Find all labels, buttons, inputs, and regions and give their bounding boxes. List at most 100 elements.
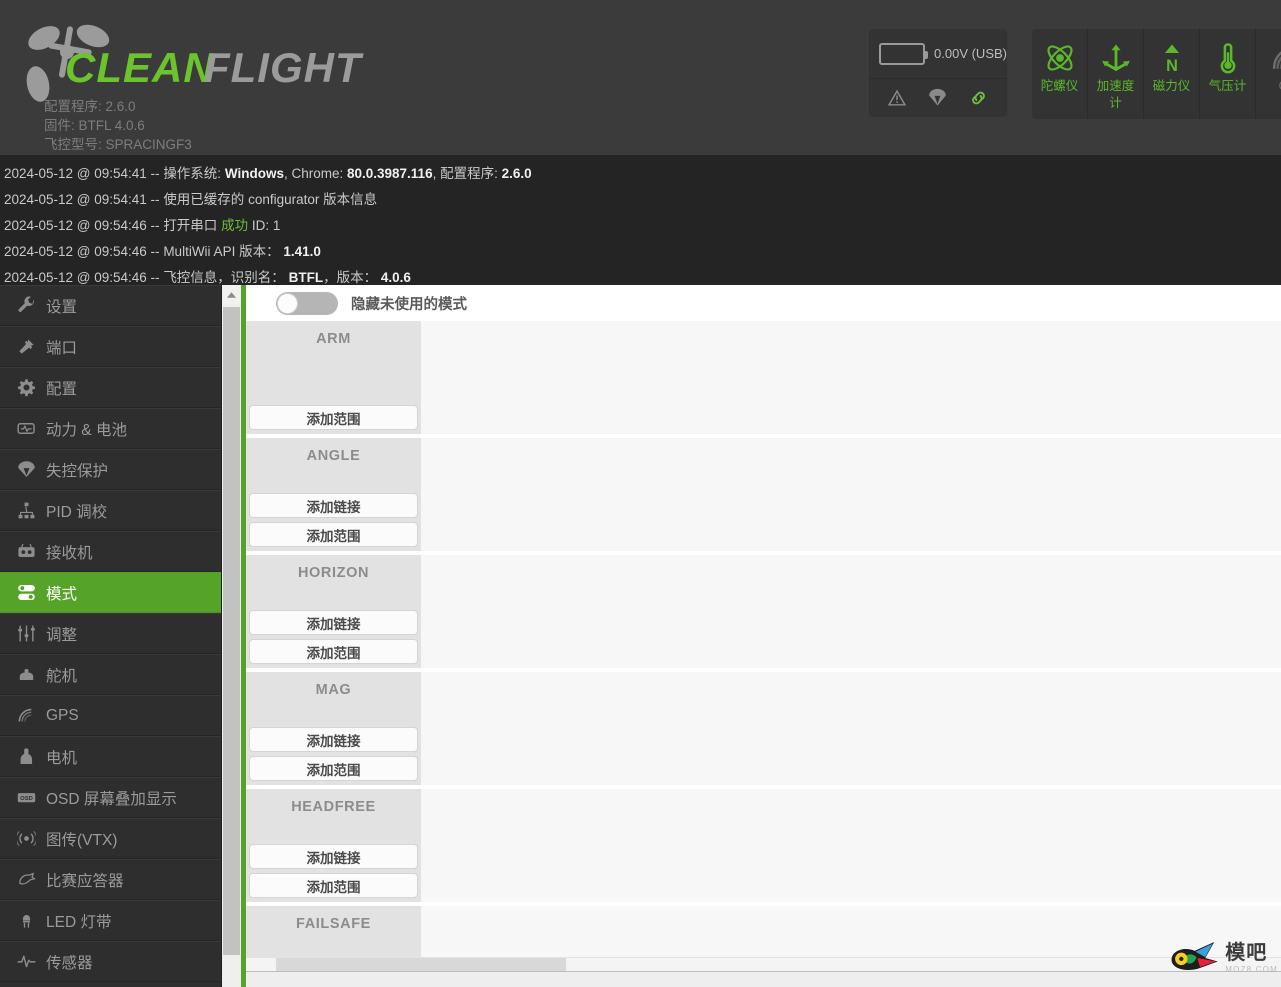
mode-row: FAILSAFE	[246, 906, 1281, 957]
horizontal-scrollbar[interactable]	[246, 957, 1281, 971]
modes-icon	[9, 583, 43, 602]
mode-name: FAILSAFE	[296, 916, 371, 932]
mode-range-area[interactable]	[421, 438, 1281, 551]
sidebar-item-图传(VTX)[interactable]: 图传(VTX)	[0, 818, 221, 859]
sensor-status-bar: 陀螺仪 加速度计 N 磁力仪 气压计	[1032, 29, 1281, 119]
mode-range-area[interactable]	[421, 789, 1281, 902]
mode-panel-HORIZON: HORIZON 添加链接添加范围	[246, 555, 421, 668]
mode-row: ANGLE 添加链接 添加范围	[246, 438, 1281, 555]
add-link-button[interactable]: 添加链接	[249, 844, 418, 869]
sidebar-item-LED 灯带[interactable]: LED 灯带	[0, 900, 221, 941]
sensor-barometer: 气压计	[1200, 29, 1256, 119]
adjustments-icon	[9, 624, 43, 643]
receiver-icon	[9, 542, 43, 561]
mode-range-area[interactable]	[421, 672, 1281, 785]
svg	[17, 296, 34, 312]
mode-range-area[interactable]	[421, 906, 1281, 957]
add-link-button[interactable]: 添加链接	[249, 493, 418, 518]
sidebar-item-舵机[interactable]: 舵机	[0, 654, 221, 695]
scrollbar-thumb[interactable]	[223, 307, 240, 955]
sidebar-item-GPS[interactable]: GPS	[0, 695, 221, 736]
sidebar-item-设置[interactable]: 设置	[0, 285, 221, 326]
mode-row: HORIZON 添加链接添加范围	[246, 555, 1281, 672]
bird-logo-icon	[1171, 942, 1218, 971]
svg: OSD	[17, 793, 35, 803]
hide-unused-modes-label: 隐藏未使用的模式	[351, 296, 467, 313]
modes-content: 隐藏未使用的模式 ARM 添加范围 ANGLE 添加链接 添加范围 HORIZON 添加链接…	[246, 285, 1281, 957]
pid-tuning-icon	[9, 501, 43, 520]
log-timestamp: 2024-05-12 @ 09:54:46 --	[4, 270, 164, 285]
battery-status-box: 0.00V (USB)	[869, 29, 1007, 117]
sidebar-item-模式[interactable]: 模式	[0, 572, 221, 613]
sidebar-item-label: 接收机	[46, 544, 93, 562]
add-range-button[interactable]: 添加范围	[249, 405, 418, 430]
sensor-gyro: 陀螺仪	[1032, 29, 1088, 119]
watermark-text: 模吧 MOZ8.COM	[1225, 943, 1278, 974]
watermark-cn: 模吧	[1225, 941, 1268, 964]
add-range-button[interactable]: 添加范围	[249, 522, 418, 547]
sidebar-item-label: 图传(VTX)	[46, 831, 118, 849]
vtx-icon	[9, 829, 43, 848]
warning-icon[interactable]	[887, 88, 907, 108]
scroll-up-button[interactable]	[222, 285, 241, 304]
mode-row: MAG 添加链接添加范围	[246, 672, 1281, 789]
sidebar-item-端口[interactable]: 端口	[0, 326, 221, 367]
log-line: 2024-05-12 @ 09:54:46 -- 飞控信息，识别名： BTFL，…	[4, 265, 1281, 285]
sidebar-scrollbar[interactable]	[221, 285, 241, 987]
gyro-icon	[1043, 38, 1077, 78]
sidebar-item-失控保护[interactable]: 失控保护	[0, 449, 221, 490]
horizontal-scrollbar-thumb[interactable]	[276, 958, 566, 971]
sidebar-item-电机[interactable]: 电机	[0, 736, 221, 777]
mode-name: HORIZON	[297, 565, 370, 581]
mode-buttons: 添加范围	[246, 401, 421, 434]
svg-text:CLEAN: CLEAN	[65, 44, 215, 91]
power-battery-icon	[9, 419, 43, 438]
add-link-button[interactable]: 添加链接	[249, 610, 418, 635]
sidebar-nav[interactable]: 设置 端口 配置 动力 & 电池 失控保护 PID 调校 接收机 模式 调整 舵机 GPS 电机 OSD…	[0, 285, 221, 987]
parachute-icon[interactable]	[927, 88, 948, 108]
svg	[19, 668, 33, 681]
sensor-barometer-label: 气压计	[1208, 79, 1247, 93]
battery-row: 0.00V (USB)	[869, 29, 1007, 79]
sidebar-item-调整[interactable]: 调整	[0, 613, 221, 654]
add-range-button[interactable]: 添加范围	[249, 873, 418, 898]
add-link-button[interactable]: 添加链接	[249, 727, 418, 752]
app-header: CLEAN FLIGHT 配置程序: 2.6.0 固件: BTFL 4.0.6 …	[0, 0, 1281, 155]
mode-name: ARM	[316, 331, 351, 347]
log-message: 使用已缓存的 configurator 版本信息	[163, 192, 378, 207]
hide-unused-modes-toggle[interactable]	[276, 291, 338, 315]
sidebar-item-动力 & 电池[interactable]: 动力 & 电池	[0, 408, 221, 449]
battery-voltage: 0.00V (USB)	[934, 46, 1007, 61]
log-timestamp: 2024-05-12 @ 09:54:46 --	[4, 244, 164, 259]
mode-name: MAG	[315, 682, 352, 698]
sidebar-item-比赛应答器[interactable]: 比赛应答器	[0, 859, 221, 900]
sensor-magnetometer: N 磁力仪	[1144, 29, 1200, 119]
battery-icon	[879, 42, 929, 65]
sidebar-item-OSD 屏幕叠加显示[interactable]: OSD OSD 屏幕叠加显示	[0, 777, 221, 818]
log-panel[interactable]: 2024-05-12 @ 09:54:41 -- 操作系统: Windows, …	[0, 155, 1281, 285]
mode-buttons: 添加链接 添加范围	[246, 606, 421, 668]
sidebar-item-接收机[interactable]: 接收机	[0, 531, 221, 572]
sidebar-item-PID 调校[interactable]: PID 调校	[0, 490, 221, 531]
sidebar-item-配置[interactable]: 配置	[0, 367, 221, 408]
watermark-en: MOZ8.COM	[1225, 964, 1278, 974]
mode-range-area[interactable]	[421, 555, 1281, 668]
mode-row: HEADFREE 添加链接 添加范围	[246, 789, 1281, 906]
sensors-icon	[9, 952, 43, 971]
firmware-version: 固件: BTFL 4.0.6	[44, 118, 145, 133]
footer-bar	[246, 971, 1281, 987]
sidebar-item-传感器[interactable]: 传感器	[0, 941, 221, 982]
mode-panel-MAG: MAG 添加链接添加范围	[246, 672, 421, 785]
plug-icon	[9, 337, 43, 356]
mode-range-area[interactable]	[421, 321, 1281, 434]
sensor-gps-label: G	[1263, 78, 1281, 95]
chevron-up-icon	[226, 291, 237, 298]
add-range-button[interactable]: 添加范围	[249, 639, 418, 664]
sidebar-item-label: 调整	[46, 626, 78, 644]
sidebar-item-label: 动力 & 电池	[46, 421, 127, 439]
led-strip-icon	[9, 911, 43, 930]
mode-panel-ARM: ARM 添加范围	[246, 321, 421, 434]
link-icon[interactable]	[968, 88, 989, 108]
svg	[16, 955, 36, 968]
add-range-button[interactable]: 添加范围	[249, 756, 418, 781]
